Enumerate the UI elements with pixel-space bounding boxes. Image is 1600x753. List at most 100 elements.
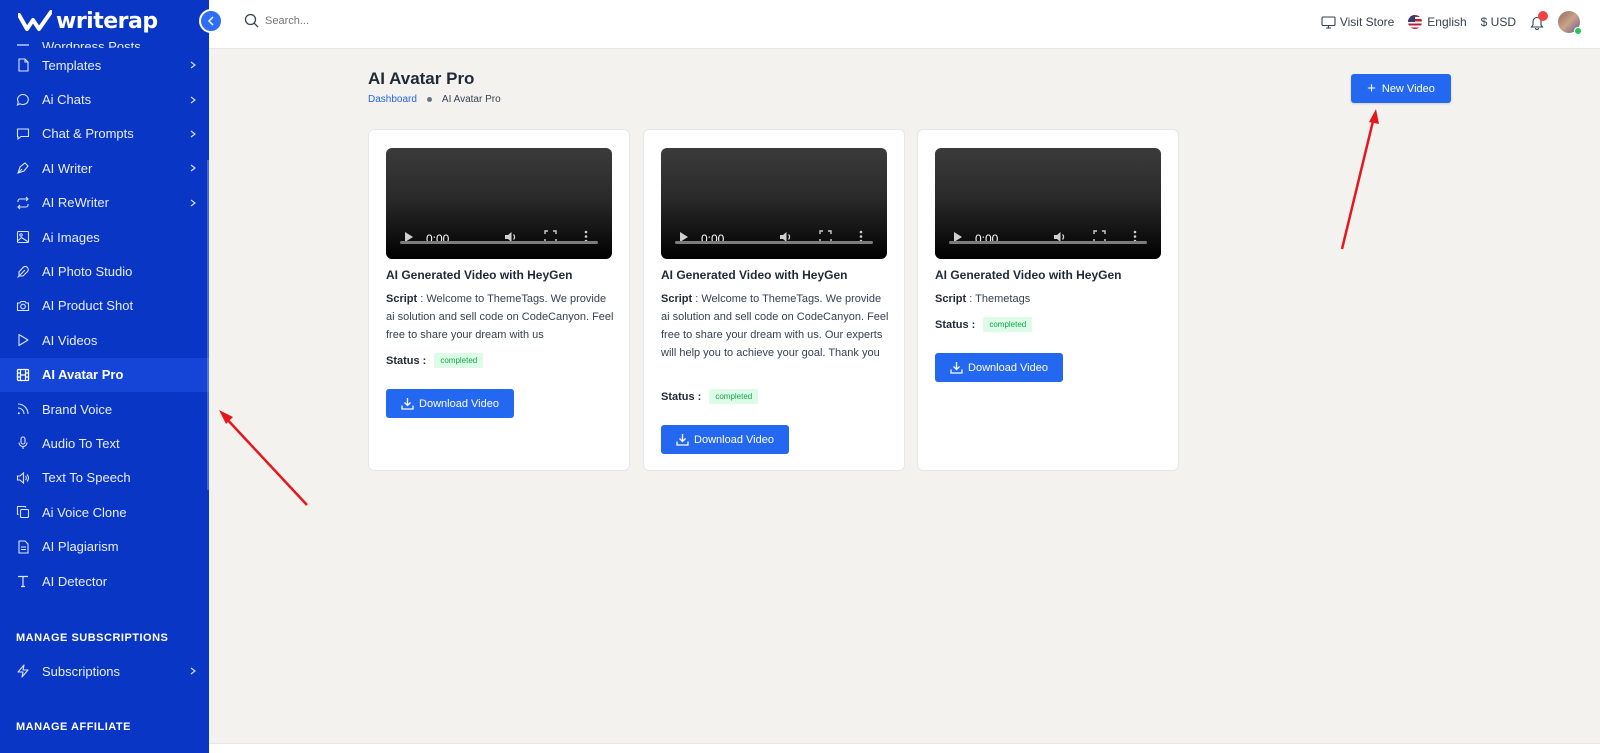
sidebar-item-subscriptions[interactable]: Subscriptions [0,654,209,688]
chevron-right-icon [190,667,196,675]
new-video-button[interactable]: + New Video [1351,74,1451,103]
card-title: AI Generated Video with HeyGen [386,268,573,282]
status-badge: completed [434,353,484,368]
online-status-dot [1574,27,1582,35]
search-icon [244,13,259,28]
sidebar-item-ai-detector[interactable]: AI Detector [0,564,209,598]
avatar [1558,11,1582,35]
top-header: Visit Store English $ USD [209,0,1600,49]
sidebar-item-brand-voice[interactable]: Brand Voice [0,392,209,426]
breadcrumb: Dashboard AI Avatar Pro [368,94,501,105]
download-label: Download Video [968,361,1048,374]
sidebar-item-ai-photo-studio[interactable]: AI Photo Studio [0,254,209,288]
annotation-arrow-new-video [1340,109,1379,250]
currency-selector[interactable]: $ USD [1481,15,1516,29]
video-player[interactable]: 0:00 [386,148,612,259]
sidebar-item-audio-to-text[interactable]: Audio To Text [0,426,209,460]
sidebar-item-ai-writer[interactable]: AI Writer [0,151,209,185]
sidebar-item-label: Ai Images [42,229,100,245]
video-progress-bar[interactable] [949,241,1147,244]
sidebar: writerap Wordpress Posts Templates Ai Cha… [0,0,209,753]
sidebar-item-label: AI Plagiarism [42,539,119,555]
card-title: AI Generated Video with HeyGen [661,268,848,282]
footer-strip [209,743,1600,753]
sidebar-item-label: Ai Chats [42,92,92,108]
status-label: Status : [661,390,702,403]
sidebar-item-label: AI Photo Studio [42,264,133,280]
sidebar-item-chat-prompts[interactable]: Chat & Prompts [0,117,209,151]
status-row: Status : completed [935,317,1033,332]
script-label: Script [935,293,967,305]
sidebar-item-ai-images[interactable]: Ai Images [0,220,209,254]
script-label: Script [386,293,418,305]
sidebar-item-label: AI ReWriter [42,195,109,211]
notifications-button[interactable] [1530,10,1548,30]
us-flag-icon [1408,15,1423,29]
sidebar-item-ai-videos[interactable]: AI Videos [0,323,209,357]
feather-icon [14,263,32,281]
search-input[interactable] [265,14,465,27]
breadcrumb-dashboard-link[interactable]: Dashboard [368,94,417,105]
script-text: Welcome to ThemeTags. We provide ai solu… [661,293,889,359]
sidebar-collapse-button[interactable] [199,9,223,33]
pen-tool-icon [14,159,32,177]
chevron-left-icon [207,16,214,26]
image-icon [14,228,32,246]
sidebar-item-label: AI Product Shot [42,298,134,314]
section-title-subscriptions: MANAGE SUBSCRIPTIONS [16,632,169,645]
video-card: 0:00 AI Generated Video with HeyGen Script… [643,129,905,471]
play-icon [14,331,32,349]
download-icon [401,398,414,410]
sidebar-item-ai-avatar-pro[interactable]: AI Avatar Pro [0,357,209,392]
language-label: English [1427,15,1467,29]
download-icon [950,362,963,374]
video-player[interactable]: 0:00 [661,148,887,259]
download-label: Download Video [419,397,499,410]
logo-text: writerap [56,8,158,34]
sidebar-item-text-to-speech[interactable]: Text To Speech [0,461,209,495]
language-selector[interactable]: English [1408,15,1467,29]
header-actions: Visit Store English $ USD [1321,0,1600,44]
video-controls: 0:00 [661,213,887,259]
sidebar-item-label: Brand Voice [42,401,113,417]
sidebar-item-ai-plagiarism[interactable]: AI Plagiarism [0,529,209,563]
download-video-button[interactable]: Download Video [386,389,514,418]
file-icon [14,56,32,74]
status-badge: completed [709,389,759,404]
chevron-right-icon [190,96,196,104]
sidebar-item-ai-product-shot[interactable]: AI Product Shot [0,289,209,323]
sidebar-item-label: AI Detector [42,573,108,589]
logo[interactable]: writerap [0,0,209,42]
sidebar-item-ai-voice-clone[interactable]: Ai Voice Clone [0,495,209,529]
sidebar-item-templates[interactable]: Templates [0,48,209,82]
camera-icon [14,297,32,315]
sidebar-item-label: Templates [42,57,102,73]
video-card: 0:00 AI Generated Video with HeyGen Script… [917,129,1179,471]
speaker-icon [14,469,32,487]
sidebar-scrollbar[interactable] [207,160,209,490]
sidebar-item-label: AI Videos [42,332,98,348]
card-script: Script : Themetags [935,293,1031,305]
sidebar-item-label: Ai Voice Clone [42,504,127,520]
new-video-label: New Video [1381,82,1435,95]
chevron-right-icon [190,164,196,172]
visit-store-link[interactable]: Visit Store [1321,15,1394,29]
status-label: Status : [935,318,976,331]
type-icon [14,572,32,590]
video-player[interactable]: 0:00 [935,148,1161,259]
sidebar-item-label: AI Avatar Pro [42,367,124,383]
download-video-button[interactable]: Download Video [661,425,789,454]
breadcrumb-separator [426,97,432,102]
annotation-arrow-sidebar [219,410,308,506]
user-avatar-button[interactable] [1558,11,1582,35]
download-video-button[interactable]: Download Video [935,353,1063,382]
sidebar-item-label: AI Writer [42,160,93,176]
search-bar[interactable] [244,13,465,28]
document-icon [14,538,32,556]
script-text: Themetags [975,293,1031,305]
video-progress-bar[interactable] [675,241,873,244]
sidebar-item-ai-rewriter[interactable]: AI ReWriter [0,186,209,220]
video-progress-bar[interactable] [400,241,598,244]
sidebar-item-ai-chats[interactable]: Ai Chats [0,82,209,116]
card-script: Script : Welcome to ThemeTags. We provid… [386,293,614,341]
